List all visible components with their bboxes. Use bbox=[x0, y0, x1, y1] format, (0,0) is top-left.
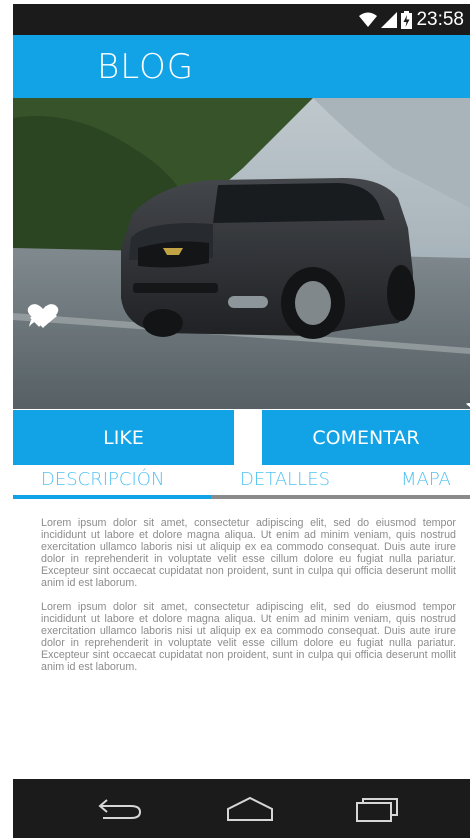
description-content: Lorem ipsum dolor sit amet, consectetur … bbox=[41, 517, 456, 685]
page-title: BLOG bbox=[97, 47, 195, 87]
app-bar: BLOG bbox=[13, 35, 470, 98]
status-time: 23:58 bbox=[416, 9, 464, 30]
tab-bar: DESCRIPCIÓN DETALLES MAPA bbox=[13, 467, 470, 500]
wifi-icon bbox=[359, 12, 378, 27]
star-icon bbox=[466, 403, 470, 409]
back-icon[interactable] bbox=[95, 793, 145, 825]
hero-image bbox=[13, 98, 470, 409]
home-icon[interactable] bbox=[225, 793, 275, 825]
status-bar: 23:58 bbox=[13, 4, 470, 35]
description-paragraph: Lorem ipsum dolor sit amet, consectetur … bbox=[41, 601, 456, 673]
share-icon[interactable] bbox=[27, 303, 59, 329]
signal-icon bbox=[381, 12, 398, 28]
tab-descripcion[interactable]: DESCRIPCIÓN bbox=[41, 469, 164, 490]
tab-active-indicator bbox=[13, 495, 211, 499]
status-icons: 23:58 bbox=[359, 9, 464, 31]
comment-button[interactable]: COMENTAR bbox=[262, 410, 470, 465]
like-button[interactable]: LIKE bbox=[13, 410, 234, 465]
car-photo bbox=[13, 98, 470, 409]
system-nav-bar bbox=[13, 779, 470, 838]
tab-mapa[interactable]: MAPA bbox=[401, 469, 451, 490]
recents-icon[interactable] bbox=[353, 793, 403, 825]
battery-charging-icon bbox=[401, 11, 413, 29]
tab-detalles[interactable]: DETALLES bbox=[240, 469, 330, 490]
description-paragraph: Lorem ipsum dolor sit amet, consectetur … bbox=[41, 517, 456, 589]
